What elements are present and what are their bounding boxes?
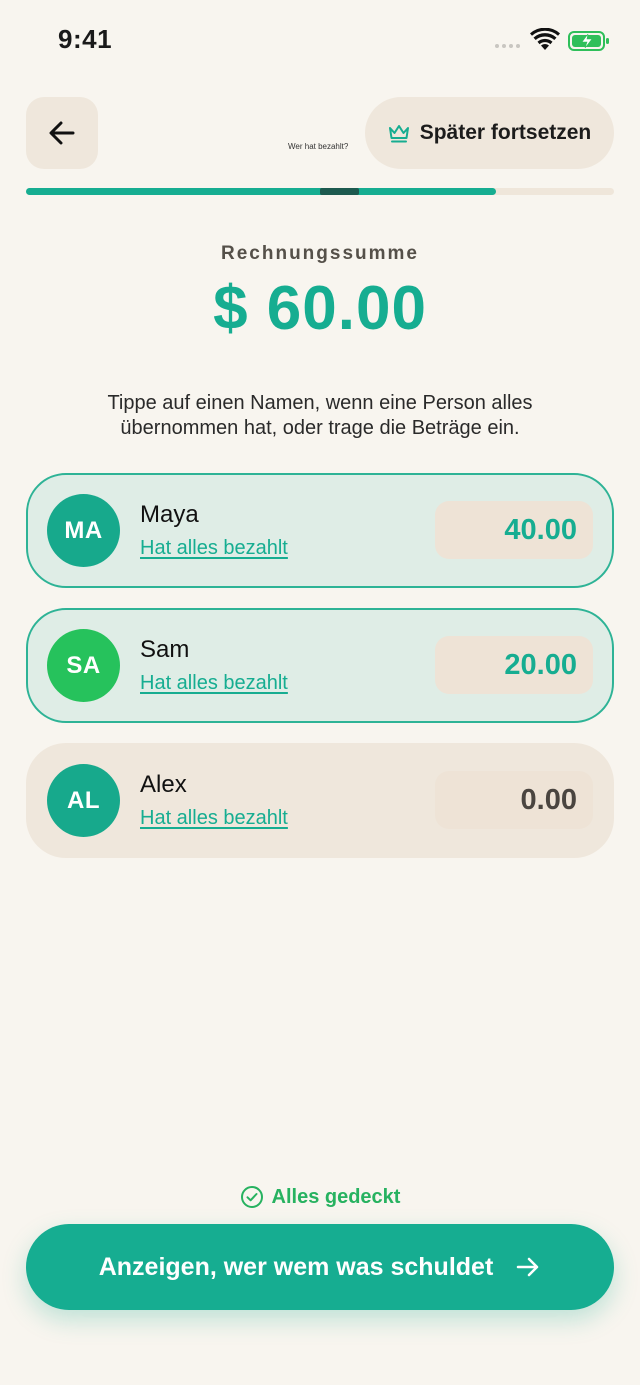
avatar: SA <box>47 629 120 702</box>
show-debts-button[interactable]: Anzeigen, wer wem was schuldet <box>26 1224 614 1310</box>
progress-fill <box>26 188 497 195</box>
wifi-icon <box>530 28 560 50</box>
back-button[interactable] <box>26 97 98 169</box>
person-name: Sam <box>140 636 190 663</box>
status-time: 9:41 <box>58 24 113 54</box>
person-name: Alex <box>140 771 187 798</box>
arrow-right-icon <box>517 1257 539 1277</box>
amount-input[interactable]: 20.00 <box>435 636 593 694</box>
show-debts-label: Anzeigen, wer wem was schuldet <box>98 1252 494 1281</box>
covered-label: Alles gedeckt <box>271 1185 401 1208</box>
person-card-maya[interactable]: MA Maya Hat alles bezahlt 40.00 <box>26 473 614 588</box>
covered-status: Alles gedeckt <box>0 1185 640 1209</box>
person-card-alex[interactable]: AL Alex Hat alles bezahlt 0.00 <box>26 743 614 858</box>
screen-title: Wer hat bezahlt? <box>288 142 349 151</box>
total-amount: $ 60.00 <box>213 274 427 343</box>
cellular-signal-icon <box>495 44 520 48</box>
battery-charging-icon <box>568 31 609 51</box>
amount-input[interactable]: 40.00 <box>435 501 593 559</box>
avatar: AL <box>47 764 120 837</box>
instructions-text: Tippe auf einen Namen, wenn eine Person … <box>107 392 533 439</box>
progress-marker <box>320 188 359 195</box>
amount-input[interactable]: 0.00 <box>435 771 593 829</box>
arrow-left-icon <box>49 121 75 145</box>
paid-all-link[interactable]: Hat alles bezahlt <box>140 807 288 830</box>
total-label: Rechnungssumme <box>221 243 419 264</box>
screen: 9:41 Wer hat bezahlt? Später fortsetzen … <box>0 0 640 1385</box>
person-card-sam[interactable]: SA Sam Hat alles bezahlt 20.00 <box>26 608 614 723</box>
continue-later-label: Später fortsetzen <box>419 121 592 144</box>
avatar: MA <box>47 494 120 567</box>
paid-all-link[interactable]: Hat alles bezahlt <box>140 537 288 560</box>
paid-all-link[interactable]: Hat alles bezahlt <box>140 672 288 695</box>
person-name: Maya <box>140 501 199 528</box>
crown-icon <box>388 125 409 143</box>
check-circle-icon <box>240 1186 263 1208</box>
progress-bar <box>26 188 614 195</box>
continue-later-button[interactable]: Später fortsetzen <box>365 97 614 169</box>
